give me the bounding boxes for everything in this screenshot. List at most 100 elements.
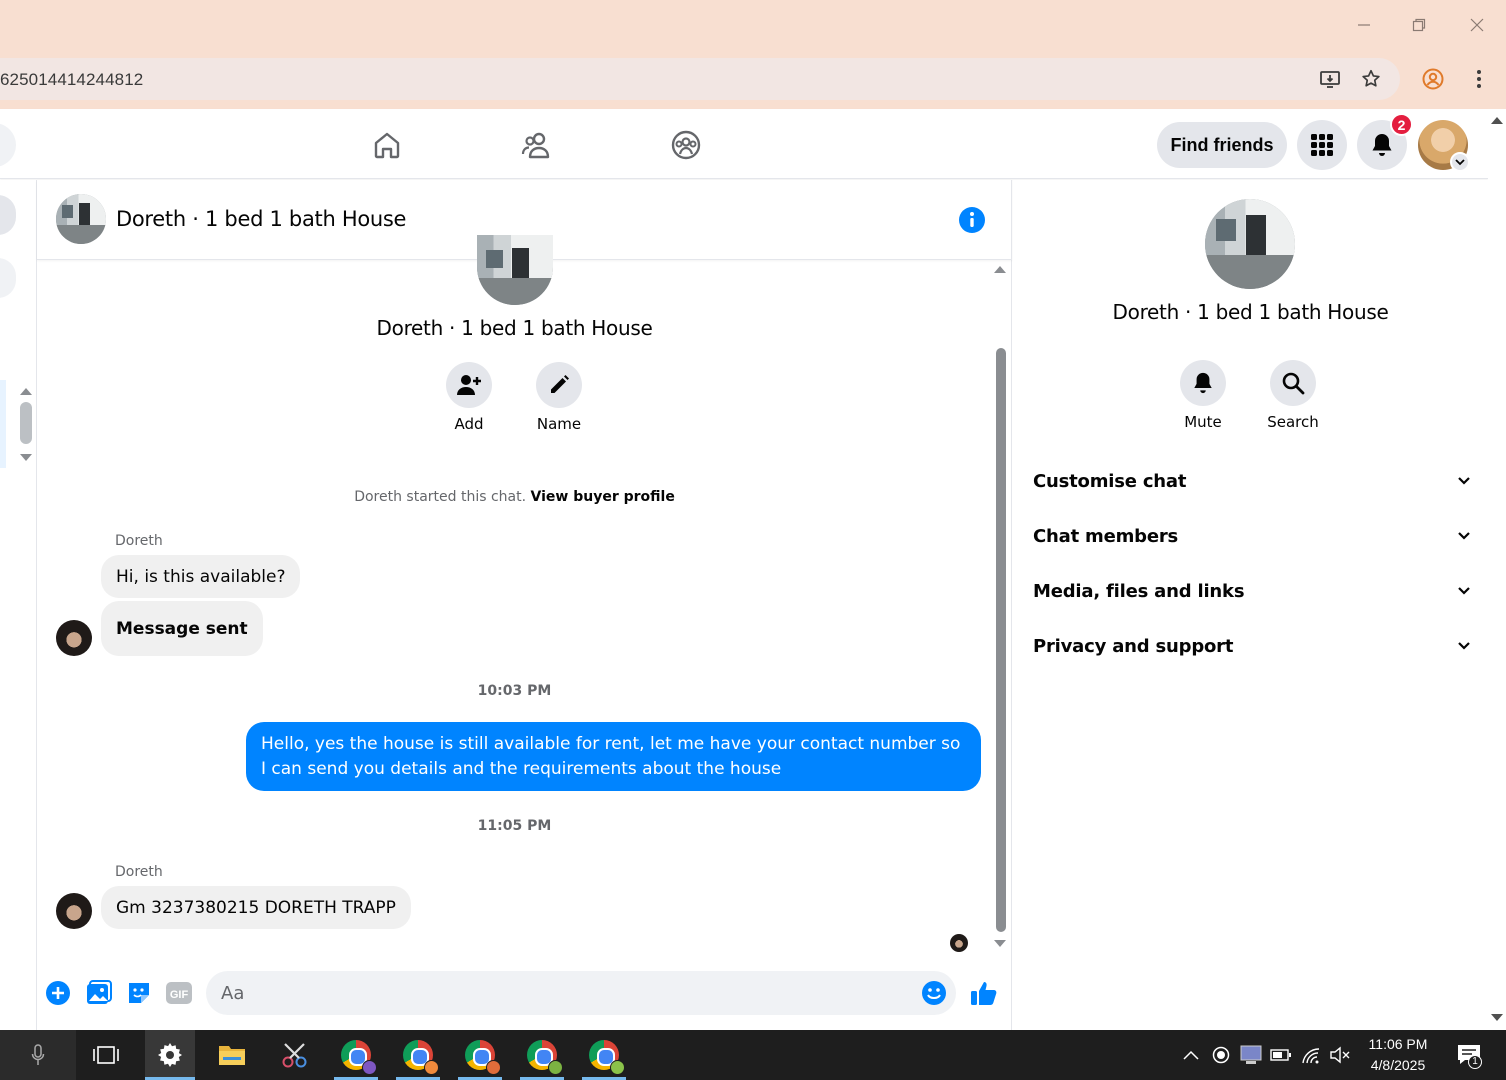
customise-chat-section[interactable]: Customise chat — [1033, 459, 1473, 503]
sticker-icon[interactable] — [125, 979, 153, 1007]
list-scroll-down-arrow[interactable] — [20, 454, 32, 461]
view-buyer-profile-link[interactable]: View buyer profile — [531, 489, 675, 505]
sender-avatar[interactable] — [56, 620, 92, 656]
privacy-support-section[interactable]: Privacy and support — [1033, 624, 1473, 668]
chat-details-pane: Doreth · 1 bed 1 bath House Mute Search … — [1013, 180, 1488, 1030]
media-files-links-section[interactable]: Media, files and links — [1033, 569, 1473, 613]
chrome-icon — [589, 1040, 625, 1075]
scroll-down-arrow[interactable] — [1491, 1014, 1503, 1021]
sender-avatar[interactable] — [56, 893, 92, 929]
add-person-icon — [457, 375, 481, 395]
selected-conversation-marker — [0, 380, 6, 468]
chat-started-text: Doreth started this chat. — [354, 489, 527, 505]
display-icon[interactable] — [1239, 1043, 1263, 1067]
search-icon — [1282, 372, 1305, 395]
gif-icon[interactable]: GIF — [165, 979, 193, 1007]
browser-title-bar — [0, 0, 1506, 50]
outgoing-message[interactable]: Hello, yes the house is still available … — [246, 722, 981, 791]
kebab-menu-icon[interactable] — [1466, 66, 1492, 92]
profile-icon[interactable] — [1420, 66, 1446, 92]
notification-badge: 2 — [1390, 113, 1413, 136]
facebook-header: Find friends 2 — [0, 109, 1488, 179]
home-icon[interactable] — [367, 125, 407, 165]
bookmark-star-icon[interactable] — [1358, 66, 1384, 92]
address-bar[interactable]: 625014414244812 — [0, 58, 1400, 100]
groups-icon[interactable] — [666, 125, 706, 165]
taskbar-chrome-2[interactable] — [392, 1030, 444, 1080]
task-view-icon — [93, 1046, 119, 1064]
chat-scroll-down-arrow[interactable] — [994, 940, 1006, 947]
chrome-icon — [341, 1040, 377, 1075]
rename-button[interactable] — [536, 362, 582, 408]
page-scrollbar[interactable] — [1488, 109, 1506, 1030]
incoming-message[interactable]: Hi, is this available? — [101, 555, 301, 598]
browser-toolbar: 625014414244812 — [0, 50, 1506, 108]
message-sender: Doreth — [115, 864, 163, 880]
scissors-icon — [282, 1043, 307, 1068]
taskbar-snipping-tool[interactable] — [270, 1030, 320, 1080]
chat-started-notice: Doreth started this chat. View buyer pro… — [37, 489, 992, 505]
chevron-down-icon[interactable] — [1450, 152, 1470, 172]
chat-scrollbar-thumb[interactable] — [996, 348, 1006, 932]
list-scrollbar-thumb[interactable] — [20, 402, 32, 444]
message-timestamp: 10:03 PM — [477, 683, 552, 699]
mute-button[interactable] — [1180, 360, 1226, 406]
install-app-icon[interactable] — [1317, 66, 1343, 92]
info-icon[interactable] — [958, 206, 986, 234]
section-label: Customise chat — [1033, 470, 1187, 492]
list-option-button[interactable] — [0, 195, 16, 235]
emoji-icon[interactable] — [920, 979, 948, 1007]
photo-icon[interactable] — [85, 979, 113, 1007]
taskbar-chrome-1[interactable] — [330, 1030, 382, 1080]
speaker-muted-icon[interactable] — [1328, 1043, 1352, 1067]
minimize-icon[interactable] — [1350, 12, 1378, 38]
restore-icon[interactable] — [1405, 12, 1433, 38]
scroll-up-arrow[interactable] — [1491, 117, 1503, 124]
message-sender: Doreth — [115, 533, 163, 549]
chat-avatar[interactable] — [56, 194, 106, 244]
menu-grid-button[interactable] — [1297, 120, 1347, 170]
name-label: Name — [536, 415, 582, 433]
chat-title[interactable]: Doreth · 1 bed 1 bath House — [116, 207, 406, 231]
windows-taskbar: 11:06 PM 4/8/2025 1 — [0, 1030, 1506, 1080]
incoming-message[interactable]: Gm 3237380215 DORETH TRAPP — [101, 886, 411, 929]
taskbar-chrome-5[interactable] — [578, 1030, 630, 1080]
find-friends-button[interactable]: Find friends — [1157, 122, 1287, 168]
taskbar-file-explorer[interactable] — [207, 1030, 257, 1080]
task-view-button[interactable] — [80, 1030, 132, 1080]
show-hidden-icons-chevron-icon[interactable] — [1179, 1043, 1203, 1067]
thumbs-up-icon[interactable] — [970, 979, 998, 1007]
chat-members-section[interactable]: Chat members — [1033, 514, 1473, 558]
plus-icon[interactable] — [44, 979, 72, 1007]
list-search-stub[interactable] — [0, 258, 16, 298]
search-box-stub[interactable] — [0, 123, 16, 167]
section-label: Chat members — [1033, 525, 1179, 547]
list-scroll-up-arrow[interactable] — [20, 388, 32, 395]
taskbar-settings[interactable] — [145, 1030, 195, 1080]
chat-pane: Doreth · 1 bed 1 bath House Doreth · 1 b… — [37, 180, 1012, 1030]
search-button[interactable] — [1270, 360, 1316, 406]
incoming-message[interactable]: Message sent — [101, 601, 263, 656]
add-people-button[interactable] — [446, 362, 492, 408]
mute-label: Mute — [1184, 413, 1222, 431]
details-avatar[interactable] — [1205, 199, 1295, 289]
record-icon[interactable] — [1209, 1043, 1233, 1067]
folder-icon — [219, 1046, 245, 1065]
friends-icon[interactable] — [517, 125, 557, 165]
action-center-button[interactable]: 1 — [1454, 1043, 1484, 1069]
pencil-icon — [551, 375, 569, 393]
chat-scroll-up-arrow[interactable] — [994, 266, 1006, 273]
chrome-icon — [403, 1040, 439, 1075]
wifi-icon[interactable] — [1299, 1043, 1323, 1067]
conversation-name: Doreth · 1 bed 1 bath House — [376, 316, 653, 340]
grid-icon — [1311, 134, 1333, 156]
close-icon[interactable] — [1463, 12, 1491, 38]
taskbar-chrome-4[interactable] — [516, 1030, 568, 1080]
taskbar-chrome-3[interactable] — [454, 1030, 506, 1080]
message-input[interactable] — [206, 971, 956, 1015]
system-clock[interactable]: 11:06 PM 4/8/2025 — [1360, 1034, 1436, 1076]
message-timestamp: 11:05 PM — [477, 818, 552, 834]
battery-icon[interactable] — [1269, 1043, 1293, 1067]
url-text[interactable]: 625014414244812 — [0, 70, 143, 90]
voice-typing-button[interactable] — [0, 1030, 76, 1080]
